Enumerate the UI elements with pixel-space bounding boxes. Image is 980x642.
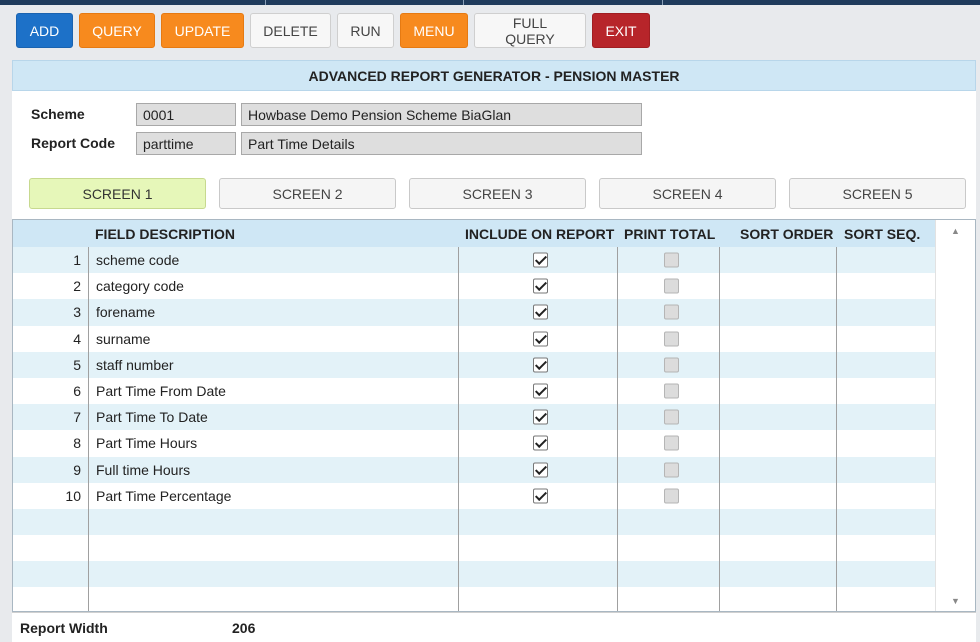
column-divider <box>458 247 459 611</box>
col-print-total: PRINT TOTAL <box>624 225 716 242</box>
scheme-name-field[interactable]: Howbase Demo Pension Scheme BiaGlan <box>241 103 642 126</box>
field-description: category code <box>96 278 184 295</box>
row-number: 4 <box>73 330 81 347</box>
print-total-checkbox[interactable] <box>664 435 679 451</box>
query-button[interactable]: QUERY <box>79 13 155 48</box>
include-on-report-checkbox[interactable] <box>533 278 548 294</box>
row-number: 9 <box>73 461 81 478</box>
tab-screen-2[interactable]: SCREEN 2 <box>219 178 396 209</box>
scroll-up-icon[interactable]: ▲ <box>936 226 975 236</box>
column-divider <box>617 247 618 611</box>
col-sort-order: SORT ORDER <box>740 225 834 242</box>
row-number: 3 <box>73 304 81 321</box>
tab-screen-4[interactable]: SCREEN 4 <box>599 178 776 209</box>
report-code-field[interactable]: parttime <box>136 132 236 155</box>
tab-screen-1[interactable]: SCREEN 1 <box>29 178 206 209</box>
update-button[interactable]: UPDATE <box>161 13 244 48</box>
field-description: surname <box>96 330 151 347</box>
page-title: ADVANCED REPORT GENERATOR - PENSION MAST… <box>12 60 976 91</box>
field-description: Part Time Hours <box>96 435 198 452</box>
exit-button[interactable]: EXIT <box>592 13 650 48</box>
print-total-checkbox[interactable] <box>664 331 679 347</box>
print-total-checkbox[interactable] <box>664 383 679 399</box>
include-on-report-checkbox[interactable] <box>533 357 548 373</box>
toolbar: ADD QUERY UPDATE DELETE RUN MENU FULL QU… <box>16 13 650 48</box>
run-button[interactable]: RUN <box>337 13 394 48</box>
field-description: staff number <box>96 356 174 373</box>
table-row[interactable]: 4 surname <box>13 326 937 352</box>
include-on-report-checkbox[interactable] <box>533 331 548 347</box>
grid-scrollbar[interactable]: ▲ ▼ <box>935 220 975 611</box>
top-bar-divider <box>265 0 266 5</box>
include-on-report-checkbox[interactable] <box>533 304 548 320</box>
print-total-checkbox[interactable] <box>664 252 679 268</box>
grid-header: FIELD DESCRIPTION INCLUDE ON REPORT PRIN… <box>13 220 937 247</box>
full-query-button[interactable]: FULL QUERY <box>474 13 586 48</box>
column-divider <box>719 247 720 611</box>
row-number: 6 <box>73 383 81 400</box>
fields-grid: FIELD DESCRIPTION INCLUDE ON REPORT PRIN… <box>12 219 976 612</box>
col-field-description: FIELD DESCRIPTION <box>95 225 236 242</box>
report-name-field[interactable]: Part Time Details <box>241 132 642 155</box>
table-row[interactable]: 5 staff number <box>13 351 937 378</box>
delete-button[interactable]: DELETE <box>250 13 331 48</box>
tab-screen-5[interactable]: SCREEN 5 <box>789 178 966 209</box>
field-description: Part Time From Date <box>96 383 226 400</box>
table-row[interactable] <box>13 561 937 588</box>
row-number: 1 <box>73 252 81 269</box>
field-description: Full time Hours <box>96 461 191 478</box>
column-divider <box>88 247 89 611</box>
table-row[interactable]: 6 Part Time From Date <box>13 378 937 404</box>
col-sort-seq: SORT SEQ. <box>844 225 921 242</box>
add-button[interactable]: ADD <box>16 13 73 48</box>
print-total-checkbox[interactable] <box>664 278 679 294</box>
row-number: 7 <box>73 409 81 426</box>
include-on-report-checkbox[interactable] <box>533 383 548 399</box>
print-total-checkbox[interactable] <box>664 357 679 373</box>
top-bar-divider <box>463 0 464 5</box>
print-total-checkbox[interactable] <box>664 304 679 320</box>
row-number: 2 <box>73 278 81 295</box>
field-description: scheme code <box>96 252 180 269</box>
table-row[interactable]: 1 scheme code <box>13 247 937 274</box>
report-code-label: Report Code <box>31 135 115 151</box>
table-row[interactable]: 2 category code <box>13 273 937 299</box>
include-on-report-checkbox[interactable] <box>533 252 548 268</box>
row-number: 8 <box>73 435 81 452</box>
table-row[interactable]: 7 Part Time To Date <box>13 404 937 431</box>
scroll-down-icon[interactable]: ▼ <box>936 596 975 606</box>
table-row[interactable] <box>13 508 937 536</box>
include-on-report-checkbox[interactable] <box>533 409 548 425</box>
table-row[interactable]: 8 Part Time Hours <box>13 430 937 456</box>
report-width-value: 206 <box>232 620 256 636</box>
include-on-report-checkbox[interactable] <box>533 462 548 478</box>
grid-rows: 1 scheme code 2 category code 3 forename 4 surn… <box>13 247 937 588</box>
table-row[interactable]: 10 Part Time Percentage <box>13 483 937 509</box>
include-on-report-checkbox[interactable] <box>533 488 548 504</box>
print-total-checkbox[interactable] <box>664 488 679 504</box>
table-row[interactable]: 3 forename <box>13 299 937 326</box>
top-bar-divider <box>662 0 663 5</box>
field-description: Part Time To Date <box>96 409 208 426</box>
table-row[interactable]: 9 Full time Hours <box>13 456 937 483</box>
row-number: 10 <box>65 487 81 504</box>
scheme-code-field[interactable]: 0001 <box>136 103 236 126</box>
table-row[interactable] <box>13 535 937 561</box>
field-description: Part Time Percentage <box>96 487 232 504</box>
report-width-label: Report Width <box>20 620 108 636</box>
report-panel: ADVANCED REPORT GENERATOR - PENSION MAST… <box>12 60 976 642</box>
print-total-checkbox[interactable] <box>664 462 679 478</box>
menu-button[interactable]: MENU <box>400 13 468 48</box>
row-number: 5 <box>73 356 81 373</box>
tab-screen-3[interactable]: SCREEN 3 <box>409 178 586 209</box>
column-divider <box>836 247 837 611</box>
include-on-report-checkbox[interactable] <box>533 435 548 451</box>
top-bar <box>0 0 980 5</box>
field-description: forename <box>96 304 156 321</box>
col-include-on-report: INCLUDE ON REPORT <box>465 225 615 242</box>
print-total-checkbox[interactable] <box>664 409 679 425</box>
scheme-label: Scheme <box>31 106 85 122</box>
footer: Report Width 206 <box>12 612 976 642</box>
